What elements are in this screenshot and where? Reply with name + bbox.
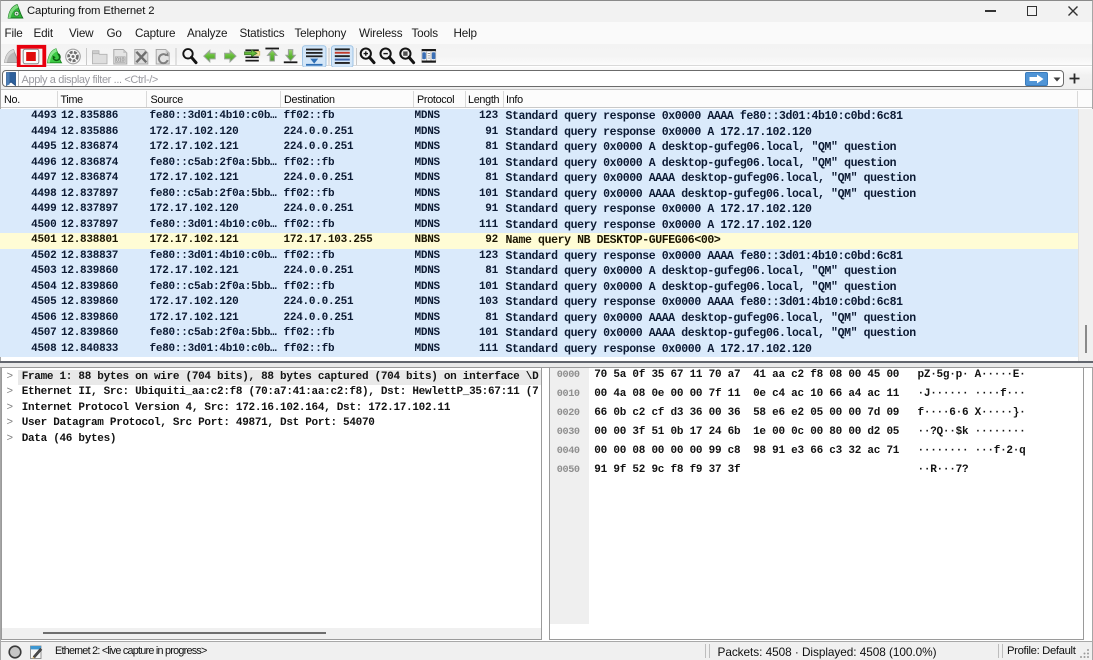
svg-text:010: 010 [116,58,125,64]
